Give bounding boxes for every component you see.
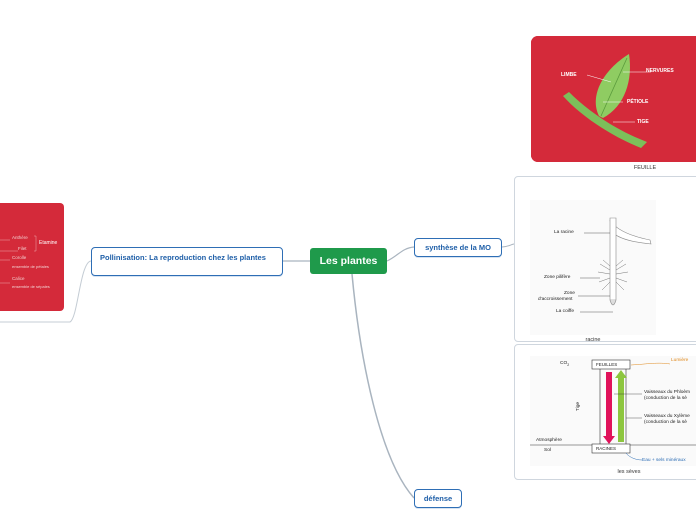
sap-label-xyleme-2: (conduction de la sè <box>644 420 687 425</box>
flower-label-calice: Calice <box>12 276 25 281</box>
flower-label-etamine: Etamine <box>39 240 58 246</box>
flower-image: Anthère Filet Etamine Corolle ensemble d… <box>0 203 64 311</box>
flower-label-anthere: Anthère <box>12 235 28 240</box>
sap-label-racines: RACINES <box>596 446 617 451</box>
root-label-zone-pilifere: Zone pilifère <box>544 275 571 280</box>
root-image: La racine Zone pilifère Zone d'accroisse… <box>530 200 656 335</box>
root-icon <box>578 217 652 313</box>
sap-label-co2: CO2 <box>560 361 570 367</box>
flower-label-filet: Filet <box>18 246 27 251</box>
root-label-zone: Zone <box>564 291 575 296</box>
topic-defense[interactable]: défense <box>414 489 462 508</box>
sap-label-xyleme-1: Vaisseaux du Xylème <box>644 414 690 419</box>
sap-caption: les sèves <box>617 469 641 475</box>
leaf-label-nervures: NERVURES <box>646 68 674 74</box>
leaf-label-petiole: PÉTIOLE <box>627 99 649 105</box>
root-label-racine: La racine <box>554 230 574 235</box>
leaf-image: LIMBE NERVURES PÉTIOLE TIGE <box>531 36 696 162</box>
sap-label-phloeme-2: (conduction de la sè <box>644 396 687 401</box>
leaf-icon <box>531 36 696 162</box>
sap-label-lumiere: Lumière <box>671 358 689 363</box>
sap-image: CO2 FEUILLES RACINES Lumière Vaisseaux d… <box>530 356 696 466</box>
root-caption: racine <box>585 337 601 343</box>
flower-icon <box>0 235 37 284</box>
root-label-coiffe: La coiffe <box>556 309 575 314</box>
leaf-label-limbe: LIMBE <box>561 72 577 78</box>
central-topic[interactable]: Les plantes <box>310 248 387 274</box>
sap-label-phloeme-1: Vaisseaux du Phloèm <box>644 390 691 395</box>
flower-label-corolle: Corolle <box>12 255 27 260</box>
sap-label-atmosphere: Atmosphère <box>536 438 562 443</box>
flower-label-corolle-desc: ensemble de pétales <box>12 264 49 269</box>
sap-label-sol: Sol <box>544 448 551 453</box>
topic-pollinisation[interactable]: Pollinisation: La reproduction chez les … <box>91 247 283 276</box>
root-label-accroissement: d'accroissement <box>538 297 573 302</box>
sap-label-eau: Eau + sels minéraux <box>642 458 686 463</box>
leaf-label-tige: TIGE <box>637 119 649 125</box>
leaf-caption: FEUILLE <box>633 165 657 171</box>
sap-label-feuilles: FEUILLES <box>596 362 618 367</box>
topic-synthese-mo[interactable]: synthèse de la MO <box>414 238 502 257</box>
flower-label-calice-desc: ensemble de sépales <box>12 284 50 289</box>
sap-label-tige: Tige <box>576 401 582 412</box>
